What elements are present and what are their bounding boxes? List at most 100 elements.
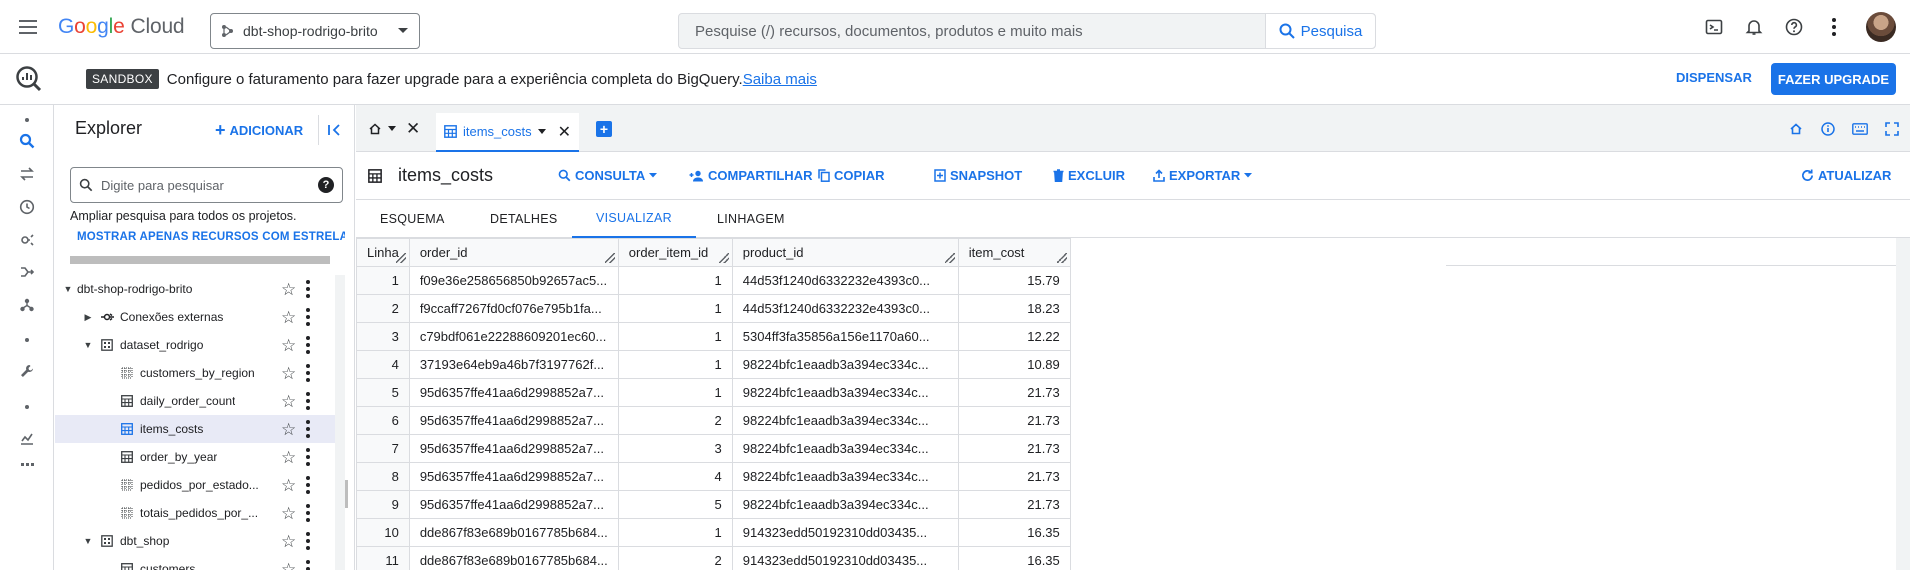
table-row[interactable]: 5 95d6357ffe41aa6d2998852a7... 1 98224bfc1e…	[356, 378, 1071, 407]
more-actions-icon[interactable]	[306, 280, 310, 298]
project-picker[interactable]: dbt-shop-rodrigo-brito	[210, 13, 420, 49]
tab-preview[interactable]: VISUALIZAR	[572, 200, 696, 238]
table-cell[interactable]: 1	[617, 322, 733, 351]
table-cell[interactable]: 95d6357ffe41aa6d2998852a7...	[408, 378, 619, 407]
table-cell[interactable]: 95d6357ffe41aa6d2998852a7...	[408, 462, 619, 491]
keyboard-icon[interactable]	[1848, 117, 1872, 141]
star-icon[interactable]: ☆	[281, 477, 296, 494]
star-icon[interactable]: ☆	[281, 421, 296, 438]
row-number[interactable]: 6	[356, 406, 410, 435]
chevron-down-icon[interactable]	[537, 128, 546, 135]
tree-item[interactable]: items_costs ☆	[55, 415, 345, 443]
refresh-button[interactable]: ATUALIZAR	[1801, 168, 1891, 183]
chevron-down-icon[interactable]	[388, 126, 396, 132]
row-number[interactable]: 3	[356, 322, 410, 351]
table-cell[interactable]: 12.22	[957, 322, 1071, 351]
home-icon[interactable]	[1784, 117, 1808, 141]
table-cell[interactable]: 37193e64eb9a46b7f3197762f...	[408, 350, 619, 379]
more-actions-icon[interactable]	[306, 392, 310, 410]
column-header[interactable]: order_id	[408, 238, 619, 267]
more-actions-icon[interactable]	[306, 364, 310, 382]
share-button[interactable]: COMPARTILHAR	[689, 168, 812, 183]
tree-item[interactable]: order_by_year ☆	[55, 443, 345, 471]
table-cell[interactable]: 10.89	[957, 350, 1071, 379]
tree-item[interactable]: daily_order_count ☆	[55, 387, 345, 415]
table-cell[interactable]: 98224bfc1eaadb3a394ec334c...	[731, 406, 959, 435]
collapse-panel-icon[interactable]	[318, 115, 348, 145]
column-resize-icon[interactable]	[944, 253, 955, 263]
nav-dataflow-icon[interactable]	[12, 257, 42, 287]
nav-search-icon[interactable]	[12, 126, 42, 156]
main-menu-icon[interactable]	[16, 15, 40, 39]
table-cell[interactable]: 5304ff3fa35856a156e1170a60...	[731, 322, 959, 351]
table-cell[interactable]: 4	[617, 462, 733, 491]
row-number[interactable]: 8	[356, 462, 410, 491]
more-actions-icon[interactable]	[306, 448, 310, 466]
collapse-caret-icon[interactable]: ▼	[63, 284, 73, 294]
help-icon[interactable]	[1774, 7, 1814, 47]
table-cell[interactable]: 98224bfc1eaadb3a394ec334c...	[731, 462, 959, 491]
row-number[interactable]: 11	[356, 546, 410, 570]
tree-item[interactable]: customers_by_region ☆	[55, 359, 345, 387]
snapshot-button[interactable]: SNAPSHOT	[934, 168, 1022, 183]
more-actions-icon[interactable]	[306, 476, 310, 494]
more-options-icon[interactable]	[1814, 7, 1854, 47]
horizontal-scrollbar[interactable]	[70, 256, 330, 264]
global-search-input[interactable]	[679, 14, 1265, 48]
column-resize-icon[interactable]	[604, 253, 615, 263]
row-number[interactable]: 7	[356, 434, 410, 463]
google-cloud-logo[interactable]: Google Cloud	[58, 15, 185, 39]
table-cell[interactable]: c79bdf061e22288609201ec60...	[408, 322, 619, 351]
more-actions-icon[interactable]	[306, 336, 310, 354]
tree-item[interactable]: ▼ dataset_rodrigo ☆	[55, 331, 345, 359]
more-actions-icon[interactable]	[306, 420, 310, 438]
row-number[interactable]: 5	[356, 378, 410, 407]
expand-caret-icon[interactable]: ▶	[83, 312, 93, 322]
table-cell[interactable]: 21.73	[957, 406, 1071, 435]
export-button[interactable]: EXPORTAR	[1153, 168, 1253, 183]
table-cell[interactable]: 15.79	[957, 266, 1071, 295]
column-resize-icon[interactable]	[1056, 253, 1067, 263]
table-row[interactable]: 8 95d6357ffe41aa6d2998852a7... 4 98224bfc1e…	[356, 462, 1071, 491]
tab-items-costs[interactable]: items_costs ✕	[436, 113, 579, 152]
delete-button[interactable]: EXCLUIR	[1053, 168, 1125, 183]
table-row[interactable]: 10 dde867f83e689b0167785b684... 1 914323edd…	[356, 518, 1071, 547]
table-cell[interactable]: 21.73	[957, 490, 1071, 519]
tree-item[interactable]: customers ☆	[55, 555, 345, 570]
more-actions-icon[interactable]	[306, 532, 310, 550]
table-row[interactable]: 2 f9ccaff7267fd0cf076e795b1fa... 1 44d53f12…	[356, 294, 1071, 323]
table-cell[interactable]: 16.35	[957, 518, 1071, 547]
nav-analytics-hub-icon[interactable]	[12, 225, 42, 255]
star-icon[interactable]: ☆	[281, 337, 296, 354]
table-cell[interactable]: dde867f83e689b0167785b684...	[408, 518, 619, 547]
star-icon[interactable]: ☆	[281, 533, 296, 550]
column-header[interactable]: Linha	[356, 238, 410, 267]
nav-more-icon[interactable]	[12, 450, 42, 480]
table-cell[interactable]: 98224bfc1eaadb3a394ec334c...	[731, 434, 959, 463]
close-tab-icon[interactable]: ✕	[558, 122, 571, 142]
table-row[interactable]: 3 c79bdf061e22288609201ec60... 1 5304ff3fa3…	[356, 322, 1071, 351]
table-cell[interactable]: 1	[617, 294, 733, 323]
table-cell[interactable]: 95d6357ffe41aa6d2998852a7...	[408, 434, 619, 463]
more-actions-icon[interactable]	[306, 560, 310, 570]
column-header[interactable]: order_item_id	[617, 238, 733, 267]
new-tab-icon[interactable]: +	[596, 121, 612, 137]
cloud-shell-icon[interactable]	[1694, 7, 1734, 47]
user-avatar[interactable]	[1866, 12, 1896, 42]
fullscreen-icon[interactable]	[1880, 117, 1904, 141]
table-cell[interactable]: 21.73	[957, 462, 1071, 491]
search-help-icon[interactable]: ?	[318, 177, 334, 193]
dismiss-button[interactable]: DISPENSAR	[1676, 70, 1752, 85]
upgrade-button[interactable]: FAZER UPGRADE	[1771, 63, 1896, 95]
row-number[interactable]: 2	[356, 294, 410, 323]
tab-details[interactable]: DETALHES	[466, 200, 581, 238]
table-cell[interactable]: 16.35	[957, 546, 1071, 570]
close-icon[interactable]: ✕	[406, 119, 420, 139]
table-row[interactable]: 11 dde867f83e689b0167785b684... 2 914323edd…	[356, 546, 1071, 570]
bigquery-logo-icon[interactable]	[0, 65, 58, 93]
tree-item[interactable]: ▼ dbt-shop-rodrigo-brito ☆	[55, 275, 345, 303]
table-cell[interactable]: 44d53f1240d6332232e4393c0...	[731, 266, 959, 295]
more-actions-icon[interactable]	[306, 308, 310, 326]
nav-lineage-icon[interactable]	[12, 290, 42, 320]
table-cell[interactable]: 95d6357ffe41aa6d2998852a7...	[408, 490, 619, 519]
